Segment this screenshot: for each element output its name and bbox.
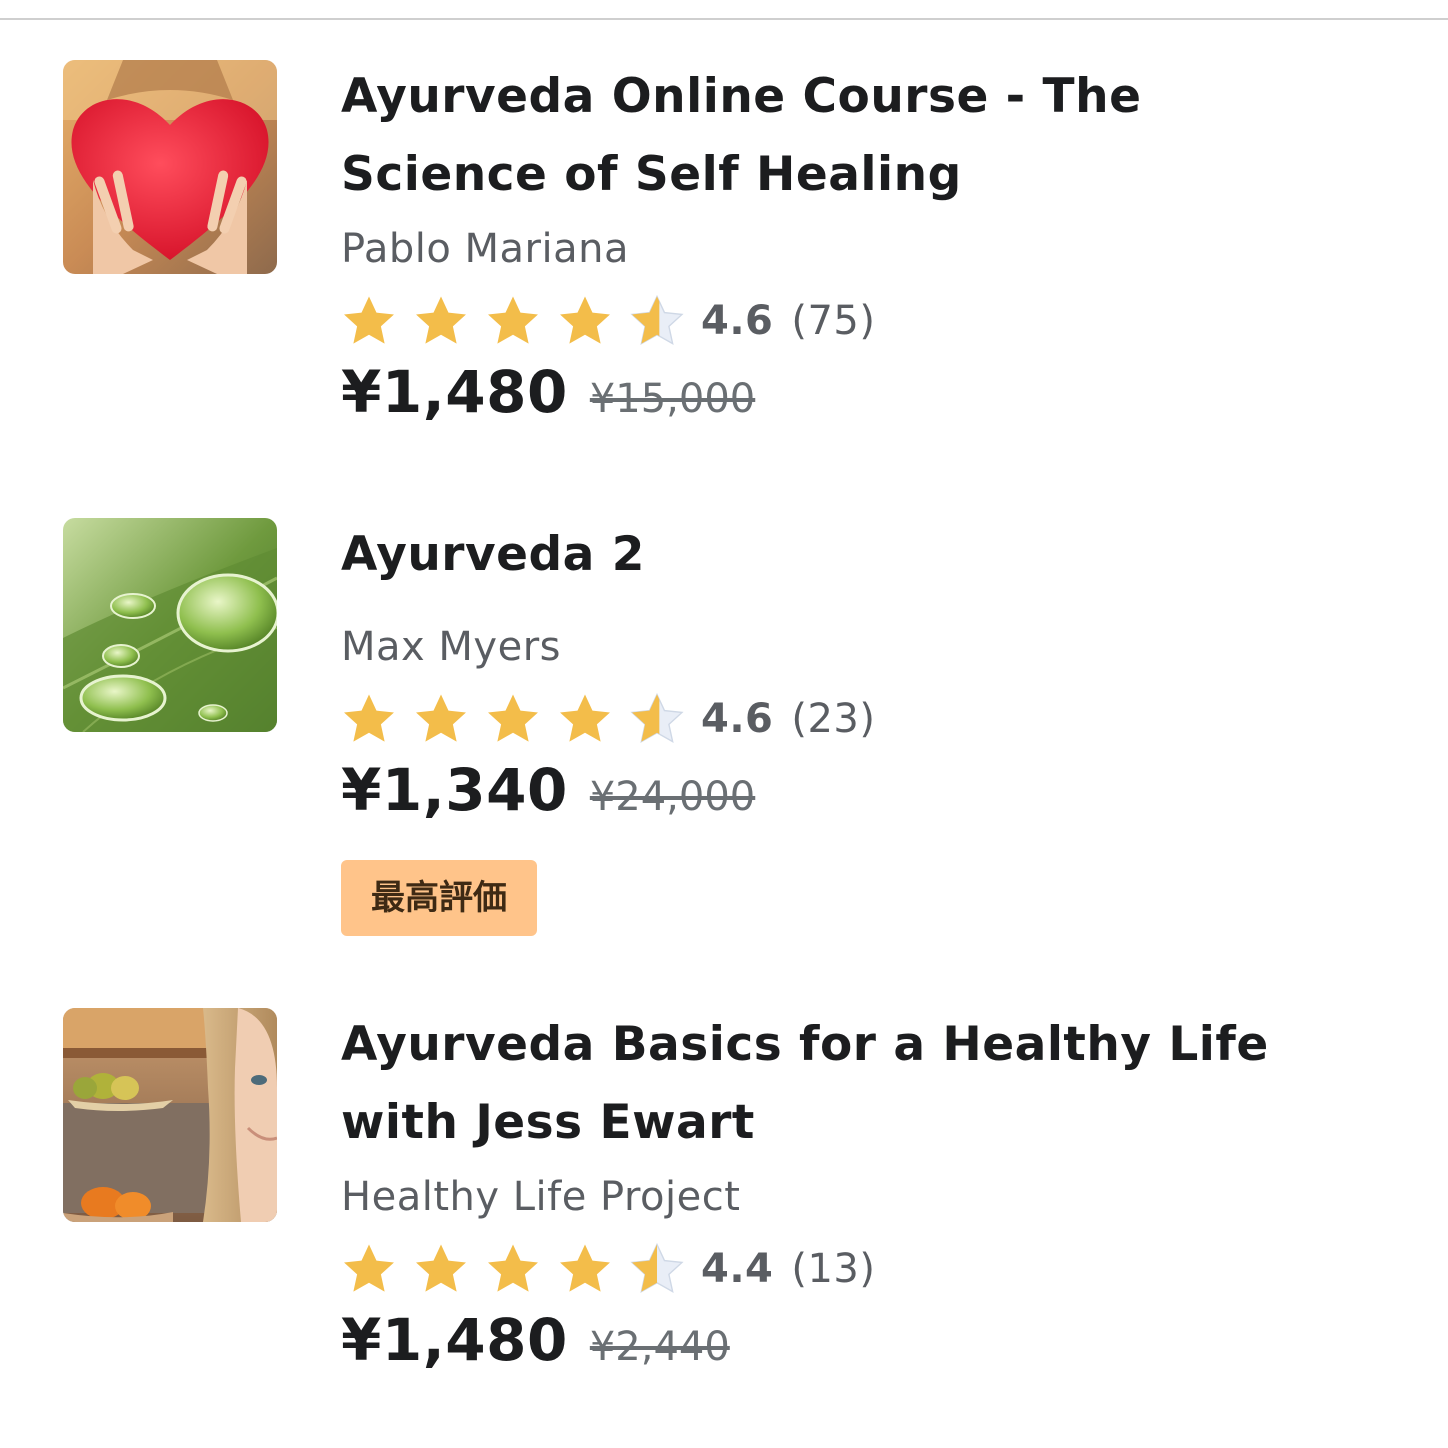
rating-count: (23) xyxy=(791,696,876,742)
current-price: ¥1,340 xyxy=(341,756,568,824)
course-instructor: Pablo Mariana xyxy=(341,226,629,272)
half-star-icon xyxy=(630,1242,684,1294)
star-icon xyxy=(488,296,538,344)
course-info: Ayurveda Basics for a Healthy Life with … xyxy=(341,1006,1401,1396)
star-rating xyxy=(341,1241,701,1297)
star-icon xyxy=(560,296,610,344)
price-row: ¥1,480 ¥15,000 xyxy=(341,358,1401,448)
course-title[interactable]: Ayurveda Online Course - The Science of … xyxy=(341,58,1401,214)
woman-in-kitchen-image xyxy=(63,1008,277,1222)
course-thumbnail-heart[interactable] xyxy=(63,60,277,274)
original-price: ¥15,000 xyxy=(589,376,756,422)
star-icon xyxy=(344,296,394,344)
course-thumbnail-leaf[interactable] xyxy=(63,518,277,732)
rating-count: (75) xyxy=(791,298,876,344)
course-title[interactable]: Ayurveda 2 xyxy=(341,516,1401,594)
course-info: Ayurveda Online Course - The Science of … xyxy=(341,58,1401,448)
current-price: ¥1,480 xyxy=(341,358,568,426)
course-info: Ayurveda 2 Max Myers 4.6 (23) ¥1,340 ¥24… xyxy=(341,516,1401,936)
rating-row: 4.6 (75) xyxy=(341,284,1401,358)
rating-row: 4.4 (13) xyxy=(341,1232,1401,1306)
leaf-water-drops-image xyxy=(63,518,277,732)
course-instructor: Healthy Life Project xyxy=(341,1174,741,1220)
heart-pillow-image xyxy=(63,60,277,274)
star-icon xyxy=(488,694,538,742)
rating-value: 4.4 xyxy=(701,1246,774,1292)
star-rating xyxy=(341,293,701,349)
course-instructor: Max Myers xyxy=(341,624,561,670)
star-icon xyxy=(416,1244,466,1292)
price-row: ¥1,340 ¥24,000 xyxy=(341,756,1401,846)
star-icon xyxy=(416,296,466,344)
original-price: ¥2,440 xyxy=(589,1324,730,1370)
star-icon xyxy=(488,1244,538,1292)
half-star-icon xyxy=(630,294,684,346)
price-row: ¥1,480 ¥2,440 xyxy=(341,1306,1401,1396)
star-icon xyxy=(344,694,394,742)
half-star-icon xyxy=(630,692,684,744)
rating-count: (13) xyxy=(791,1246,876,1292)
top-divider xyxy=(0,0,1448,20)
rating-value: 4.6 xyxy=(701,298,774,344)
course-title[interactable]: Ayurveda Basics for a Healthy Life with … xyxy=(341,1006,1401,1162)
star-icon xyxy=(416,694,466,742)
current-price: ¥1,480 xyxy=(341,1306,568,1374)
star-icon xyxy=(560,694,610,742)
rating-row: 4.6 (23) xyxy=(341,682,1401,756)
original-price: ¥24,000 xyxy=(589,774,756,820)
course-thumbnail-kitchen[interactable] xyxy=(63,1008,277,1222)
star-rating xyxy=(341,691,701,747)
top-rated-badge: 最高評価 xyxy=(341,860,537,936)
star-icon xyxy=(560,1244,610,1292)
rating-value: 4.6 xyxy=(701,696,774,742)
star-icon xyxy=(344,1244,394,1292)
